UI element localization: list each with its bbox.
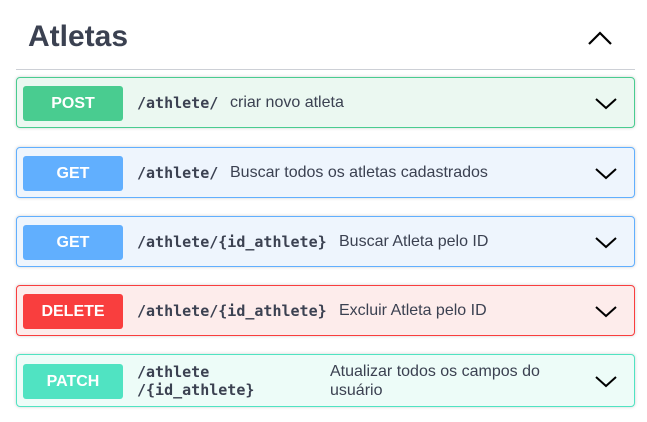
- method-badge: GET: [23, 156, 123, 191]
- chevron-down-icon[interactable]: [594, 302, 618, 320]
- chevron-down-icon[interactable]: [594, 94, 618, 112]
- operation-path: /athlete/: [137, 164, 219, 182]
- chevron-down-icon[interactable]: [594, 164, 618, 182]
- operation-path-line1: /athlete: [137, 363, 210, 381]
- tag-header[interactable]: Atletas: [16, 0, 635, 70]
- operation-path: /athlete/: [137, 94, 219, 112]
- operation-get-athlete-by-id[interactable]: GET /athlete/{id_athlete} Buscar Atleta …: [16, 216, 635, 267]
- operation-description: Buscar todos os atletas cadastrados: [230, 164, 488, 181]
- operation-description: criar novo atleta: [230, 94, 344, 111]
- chevron-down-icon[interactable]: [594, 233, 618, 251]
- operation-description: Buscar Atleta pelo ID: [339, 233, 489, 250]
- method-badge: DELETE: [23, 294, 123, 329]
- tag-title: Atletas: [28, 20, 129, 53]
- operation-path: /athlete/{id_athlete}: [137, 233, 327, 251]
- operation-description-line2: usuário: [330, 382, 383, 399]
- method-badge: POST: [23, 86, 123, 121]
- operation-path: /athlete/{id_athlete}: [137, 302, 327, 320]
- operation-patch-athlete[interactable]: PATCH /athlete /{id_athlete} Atualizar t…: [16, 354, 635, 407]
- chevron-up-icon[interactable]: [585, 24, 615, 54]
- method-badge: PATCH: [23, 364, 123, 399]
- operation-description-line1: Atualizar todos os campos do: [330, 363, 540, 380]
- operation-path-line2: /{id_athlete}: [137, 381, 255, 399]
- operation-post-athlete[interactable]: POST /athlete/ criar novo atleta: [16, 77, 635, 128]
- operation-get-athletes[interactable]: GET /athlete/ Buscar todos os atletas ca…: [16, 147, 635, 198]
- operation-description: Excluir Atleta pelo ID: [339, 302, 487, 319]
- operation-delete-athlete[interactable]: DELETE /athlete/{id_athlete} Excluir Atl…: [16, 285, 635, 336]
- chevron-down-icon[interactable]: [594, 372, 618, 390]
- method-badge: GET: [23, 225, 123, 260]
